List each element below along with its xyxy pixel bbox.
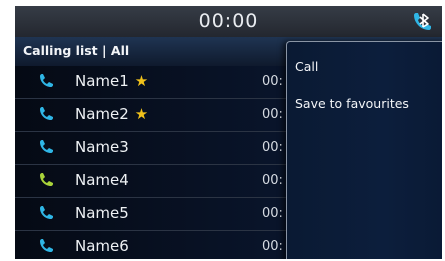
phone-icon — [40, 107, 53, 120]
call-time: 00: — [262, 206, 283, 221]
call-time: 00: — [262, 74, 283, 89]
menu-item-save-to-favourites[interactable]: Save to favourites — [295, 96, 409, 111]
bluetooth-phone-icon[interactable] — [411, 11, 433, 33]
context-menu: Call Save to favourites — [286, 41, 442, 259]
list-title: Calling list | All — [23, 43, 130, 58]
phone-icon — [40, 206, 53, 219]
clock: 00:00 — [198, 10, 259, 32]
call-time: 00: — [262, 239, 283, 254]
menu-item-call[interactable]: Call — [295, 59, 318, 74]
favourite-star-icon: ★ — [134, 72, 149, 90]
call-time: 00: — [262, 107, 283, 122]
contact-name: Name6 — [75, 237, 129, 255]
phone-icon — [40, 140, 53, 153]
screen: 00:00 Calling list | All Name1 ★ 00: Name… — [15, 6, 442, 259]
favourite-star-icon: ★ — [134, 105, 149, 123]
phone-icon — [40, 239, 53, 252]
phone-icon — [40, 173, 53, 186]
call-time: 00: — [262, 140, 283, 155]
contact-name: Name3 — [75, 138, 129, 156]
call-time: 00: — [262, 173, 283, 188]
phone-icon-shape — [40, 74, 53, 87]
contact-name: Name2 — [75, 105, 129, 123]
contact-name: Name5 — [75, 204, 129, 222]
status-bar: 00:00 — [15, 6, 442, 37]
phone-icon — [40, 74, 53, 87]
contact-name: Name1 — [75, 72, 129, 90]
contact-name: Name4 — [75, 171, 129, 189]
